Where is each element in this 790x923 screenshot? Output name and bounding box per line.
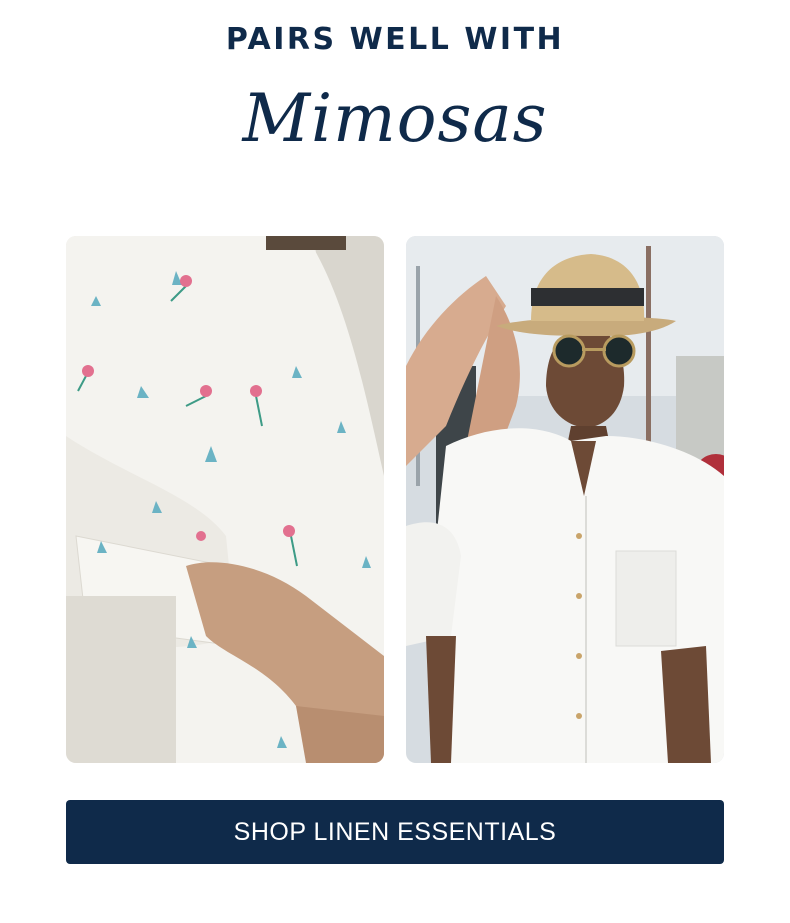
script-title: Mimosas bbox=[242, 80, 548, 157]
shirt-closeup-image[interactable] bbox=[66, 236, 384, 763]
man-in-hat-illustration bbox=[406, 236, 724, 763]
headline: PAIRS WELL WITH bbox=[225, 22, 565, 57]
shirt-closeup-illustration bbox=[66, 236, 384, 763]
man-in-hat-image[interactable] bbox=[406, 236, 724, 763]
email-section: PAIRS WELL WITH Mimosas SHOP LINEN ESSEN… bbox=[0, 0, 790, 923]
shop-linen-essentials-button[interactable]: SHOP LINEN ESSENTIALS bbox=[66, 800, 724, 864]
